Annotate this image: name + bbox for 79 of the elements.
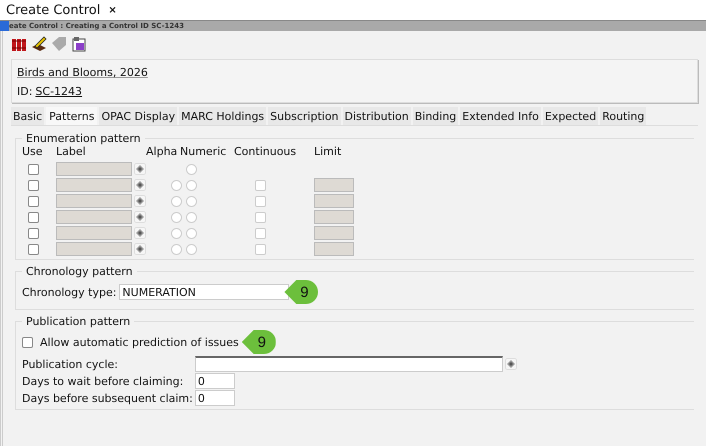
tab[interactable]: MARC Holdings xyxy=(179,107,266,125)
tab[interactable]: OPAC Display xyxy=(99,107,178,125)
close-button[interactable]: × xyxy=(108,4,117,16)
tab[interactable]: Extended Info xyxy=(460,107,541,125)
column-header: Continuous xyxy=(234,145,298,160)
limit-field[interactable] xyxy=(314,226,354,240)
use-checkbox[interactable] xyxy=(28,244,39,254)
tab[interactable]: Routing xyxy=(600,107,646,125)
limit-field[interactable] xyxy=(314,194,354,208)
label-field[interactable] xyxy=(56,210,132,224)
continuous-checkbox[interactable] xyxy=(255,180,266,190)
picker-icon[interactable] xyxy=(134,195,146,207)
picker-icon[interactable] xyxy=(504,358,517,370)
numeric-radio[interactable] xyxy=(186,244,197,254)
checkbox[interactable] xyxy=(22,336,33,348)
continuous-checkbox[interactable] xyxy=(255,228,266,238)
id-value: SC-1243 xyxy=(35,85,82,98)
alpha-radio[interactable] xyxy=(171,212,182,222)
field-label: Publication cycle: xyxy=(22,358,119,370)
picker-icon[interactable] xyxy=(134,211,146,223)
callout-badge: 9 xyxy=(242,330,276,354)
numeric-radio[interactable] xyxy=(186,228,197,238)
group-title: Publication pattern xyxy=(25,315,132,328)
tab[interactable]: Patterns xyxy=(46,107,98,125)
column-header: Numeric xyxy=(180,145,228,160)
picker-icon[interactable] xyxy=(134,227,146,239)
tab[interactable]: Binding xyxy=(412,107,458,125)
group-title: Enumeration pattern xyxy=(25,132,142,145)
checkbox-label: Allow automatic prediction of issues xyxy=(40,336,239,348)
column-header: Label xyxy=(56,145,87,160)
label-field[interactable] xyxy=(56,194,132,208)
label-field[interactable] xyxy=(56,226,132,240)
chronology-type-field[interactable]: NUMERATION xyxy=(119,284,290,300)
alpha-radio[interactable] xyxy=(171,228,182,238)
label-field[interactable] xyxy=(56,242,132,256)
numeric-radio[interactable] xyxy=(186,196,197,206)
picker-icon[interactable] xyxy=(134,243,146,255)
callout-badge: 9 xyxy=(284,280,318,304)
column-header: Use xyxy=(22,145,44,160)
label-field[interactable] xyxy=(56,162,132,176)
label-field[interactable] xyxy=(56,178,132,192)
continuous-checkbox[interactable] xyxy=(255,212,266,222)
limit-field[interactable] xyxy=(314,242,354,256)
alpha-radio[interactable] xyxy=(171,244,182,254)
app-icon xyxy=(0,21,9,31)
books-icon[interactable] xyxy=(11,36,27,52)
tab[interactable]: Subscription xyxy=(268,107,341,125)
tab[interactable]: Distribution xyxy=(342,107,411,125)
column-header: Alpha xyxy=(146,145,178,160)
limit-field[interactable] xyxy=(314,210,354,224)
id-label: ID: xyxy=(17,85,32,98)
column-header: Limit xyxy=(314,145,342,160)
days-field[interactable]: 0 xyxy=(194,373,235,389)
use-checkbox[interactable] xyxy=(28,196,39,206)
record-title: Birds and Blooms, 2026 xyxy=(17,66,148,79)
use-checkbox[interactable] xyxy=(28,212,39,222)
field-label: Days to wait before claiming: xyxy=(22,374,184,388)
numeric-radio[interactable] xyxy=(186,180,197,190)
use-checkbox[interactable] xyxy=(28,180,39,190)
alpha-radio[interactable] xyxy=(171,196,182,206)
alpha-radio[interactable] xyxy=(171,180,182,190)
calendar-icon[interactable] xyxy=(71,36,87,52)
tab[interactable]: Basic xyxy=(11,107,44,125)
numeric-radio[interactable] xyxy=(186,212,197,222)
picker-icon[interactable] xyxy=(134,179,146,191)
pencil-book-icon[interactable] xyxy=(31,36,47,52)
continuous-checkbox[interactable] xyxy=(255,196,266,206)
publication-cycle-field[interactable] xyxy=(194,356,503,372)
days-field[interactable]: 0 xyxy=(194,390,235,406)
use-checkbox[interactable] xyxy=(28,164,39,174)
group-title: Chronology pattern xyxy=(25,265,134,278)
picker-icon[interactable] xyxy=(134,163,146,175)
use-checkbox[interactable] xyxy=(28,228,39,238)
limit-field[interactable] xyxy=(314,178,354,192)
numeric-radio[interactable] xyxy=(186,164,197,174)
field-label: Days before subsequent claim: xyxy=(22,392,193,404)
tab[interactable]: Expected xyxy=(542,107,598,125)
field-label: Chronology type: xyxy=(22,286,116,298)
continuous-checkbox[interactable] xyxy=(255,244,266,254)
